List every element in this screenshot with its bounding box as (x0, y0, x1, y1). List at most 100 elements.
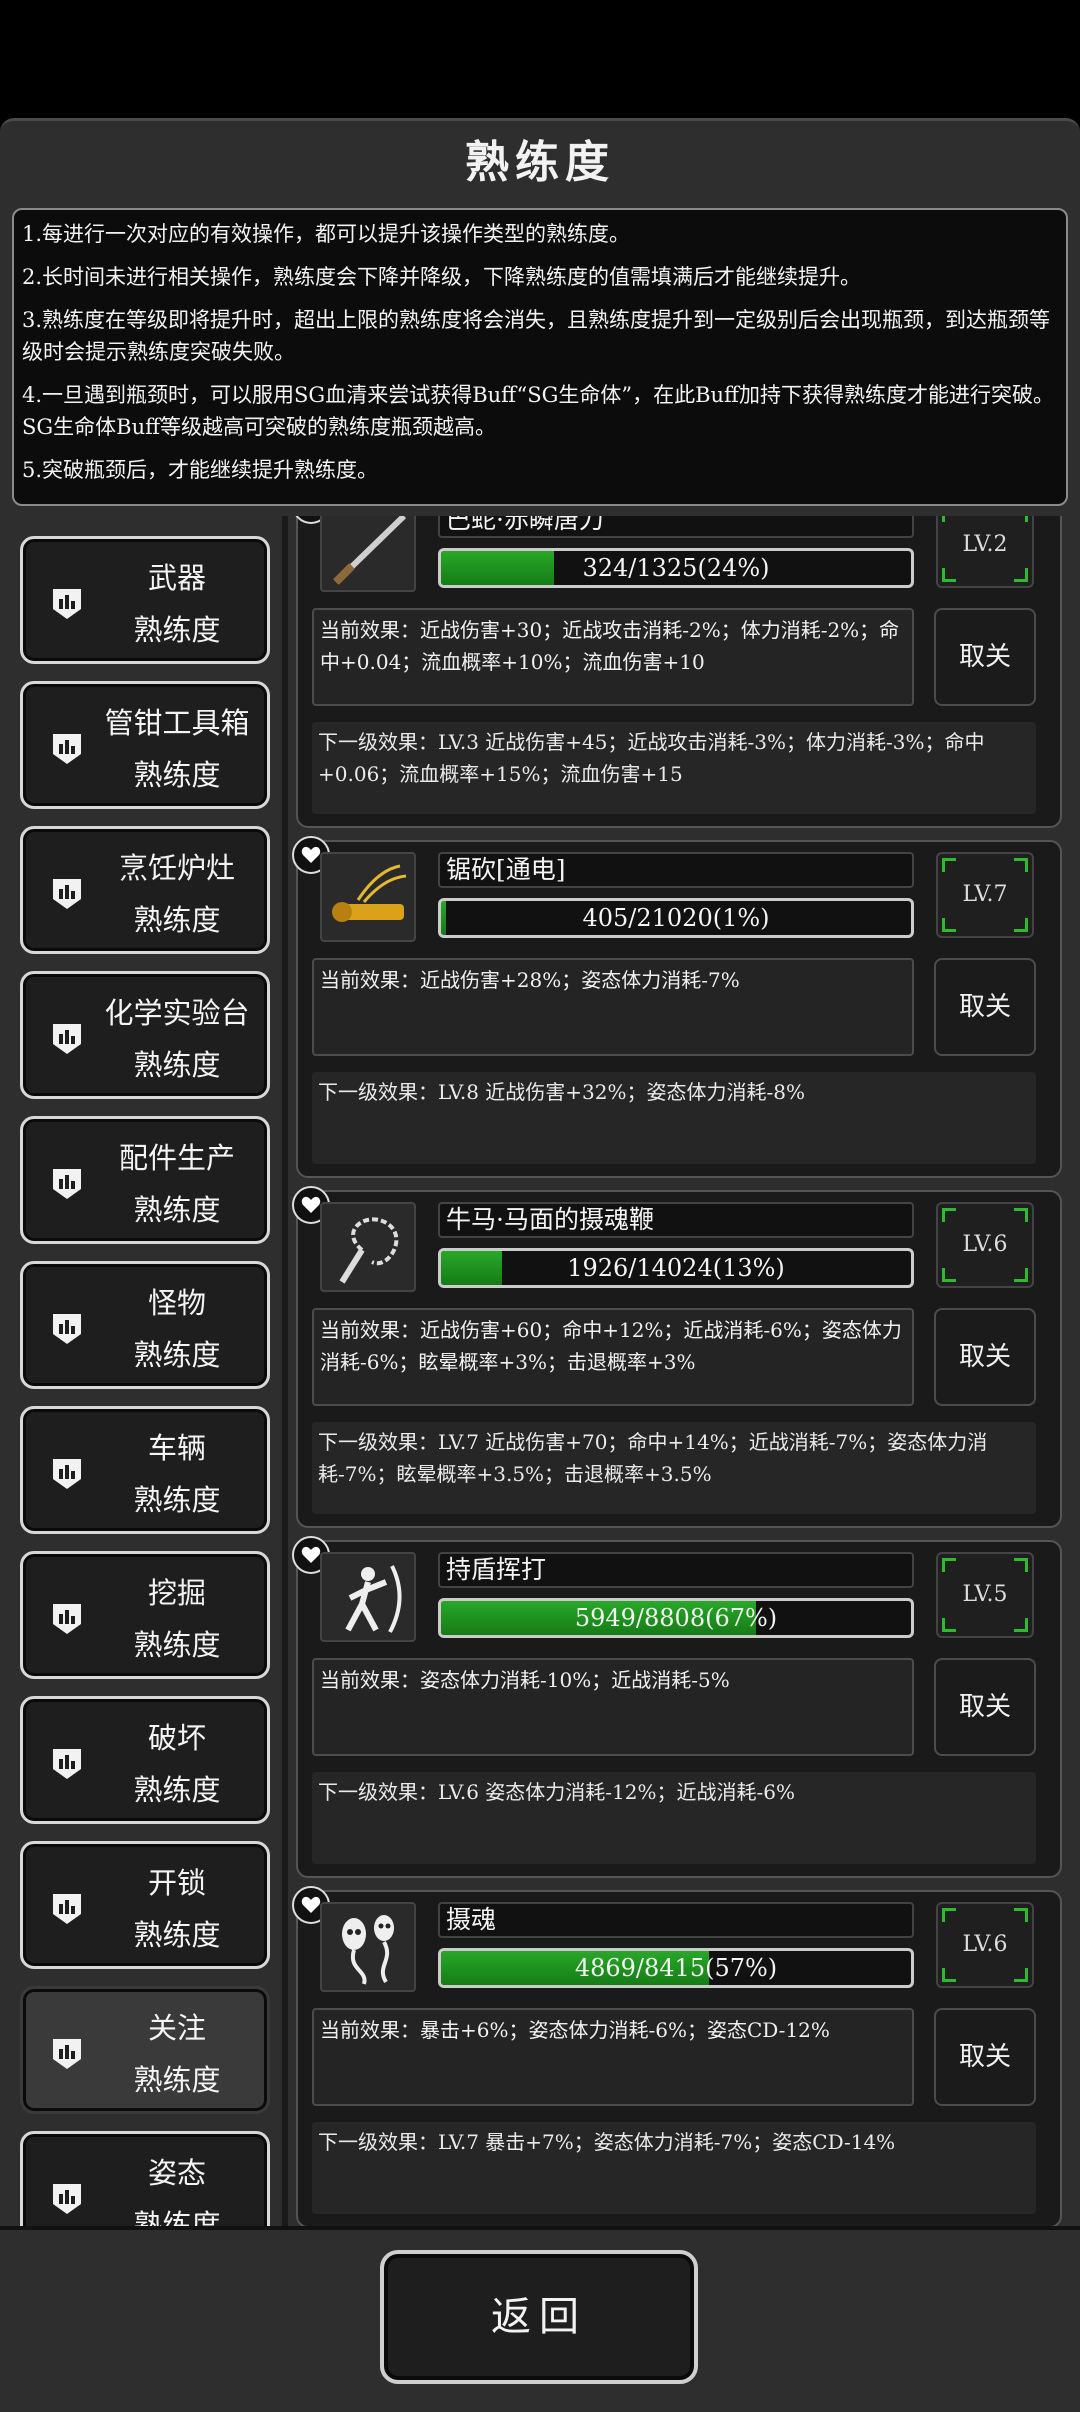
unfollow-button[interactable]: 取关 (934, 958, 1036, 1056)
category-label: 管钳工具箱 (104, 706, 250, 740)
category-label: 破坏 (147, 1721, 206, 1755)
skill-card: 持盾挥打 5949/8808(67%) LV.5 当前效果：姿态体力消耗-10%；近战… (292, 1536, 1062, 1878)
footer-divider (0, 2226, 1080, 2230)
category-badge-icon (49, 873, 85, 913)
category-sublabel: 熟练度 (133, 903, 221, 937)
progress-text: 1926/14024(13%) (567, 1254, 785, 1282)
category-sublabel: 熟练度 (133, 1773, 221, 1807)
category-sublabel: 熟练度 (133, 1918, 221, 1952)
category-button[interactable]: 开锁 熟练度 (20, 1841, 270, 1969)
category-sublabel: 熟练度 (133, 1193, 221, 1227)
level-text: LV.7 (962, 882, 1008, 907)
progress-text: 405/21020(1%) (582, 904, 770, 932)
skill-card: 锯砍[通电] 405/21020(1%) LV.7 当前效果：近战伤害+28%；姿态体… (292, 836, 1062, 1178)
category-button[interactable]: 挖掘 熟练度 (20, 1551, 270, 1679)
category-badge-icon (49, 1598, 85, 1638)
category-sublabel: 熟练度 (133, 1483, 221, 1517)
category-badge-icon (49, 1163, 85, 1203)
category-badge-icon (49, 1308, 85, 1348)
category-button[interactable]: 破坏 熟练度 (20, 1696, 270, 1824)
level-badge: LV.6 (936, 1902, 1034, 1988)
rules-notes: 1.每进行一次对应的有效操作，都可以提升该操作类型的熟练度。 2.长时间未进行相… (12, 208, 1068, 506)
category-sublabel: 熟练度 (133, 1338, 221, 1372)
current-effect: 当前效果：姿态体力消耗-10%；近战消耗-5% (312, 1658, 914, 1756)
skill-card: 摄魂 4869/8415(57%) LV.6 当前效果：暴击+6%；姿态体力消耗-6%… (292, 1886, 1062, 2226)
category-sublabel: 熟练度 (133, 2208, 221, 2226)
category-list[interactable]: 武器 熟练度 管钳工具箱 熟练度 烹饪炉灶 熟练度 化学实验台 熟练度 配件生产 熟练度 怪物 熟练度… (8, 516, 282, 2226)
back-button[interactable]: 返回 (380, 2250, 698, 2384)
category-button[interactable]: 武器 熟练度 (20, 536, 270, 664)
progress-text: 5949/8808(67%) (574, 1604, 778, 1632)
category-badge-icon (49, 1018, 85, 1058)
skill-thumbnail (320, 852, 416, 942)
skill-progress-bar: 405/21020(1%) (438, 898, 914, 938)
unfollow-button[interactable]: 取关 (934, 1308, 1036, 1406)
skill-thumbnail (320, 516, 416, 592)
skill-name: 摄魂 (438, 1902, 914, 1938)
unfollow-button[interactable]: 取关 (934, 608, 1036, 706)
level-badge: LV.2 (936, 516, 1034, 588)
category-button[interactable]: 姿态 熟练度 (20, 2131, 270, 2226)
next-effect: 下一级效果：LV.6 姿态体力消耗-12%；近战消耗-6% (312, 1772, 1036, 1864)
note-3: 3.熟练度在等级即将提升时，超出上限的熟练度将会消失，且熟练度提升到一定级别后会… (22, 308, 1051, 364)
skill-progress-bar: 4869/8415(57%) (438, 1948, 914, 1988)
category-label: 配件生产 (118, 1141, 235, 1175)
note-5: 5.突破瓶颈后，才能继续提升熟练度。 (22, 458, 379, 482)
category-button[interactable]: 车辆 熟练度 (20, 1406, 270, 1534)
category-badge-icon (49, 583, 85, 623)
next-effect: 下一级效果：LV.7 近战伤害+70；命中+14%；近战消耗-7%；姿态体力消耗… (312, 1422, 1036, 1514)
level-text: LV.6 (962, 1932, 1008, 1957)
current-effect: 当前效果：暴击+6%；姿态体力消耗-6%；姿态CD-12% (312, 2008, 914, 2106)
level-badge: LV.6 (936, 1202, 1034, 1288)
category-sublabel: 熟练度 (133, 1628, 221, 1662)
level-text: LV.5 (962, 1582, 1008, 1607)
level-text: LV.6 (962, 1232, 1008, 1257)
next-effect: 下一级效果：LV.8 近战伤害+32%；姿态体力消耗-8% (312, 1072, 1036, 1164)
category-button[interactable]: 怪物 熟练度 (20, 1261, 270, 1389)
category-sublabel: 熟练度 (133, 758, 221, 792)
category-badge-icon (49, 728, 85, 768)
progress-text: 4869/8415(57%) (574, 1954, 778, 1982)
category-badge-icon (49, 1453, 85, 1493)
current-effect: 当前效果：近战伤害+28%；姿态体力消耗-7% (312, 958, 914, 1056)
category-badge-icon (49, 1888, 85, 1928)
category-button[interactable]: 关注 熟练度 (20, 1986, 270, 2114)
category-label: 怪物 (147, 1286, 206, 1320)
category-label: 武器 (147, 561, 206, 595)
skill-name: 持盾挥打 (438, 1552, 914, 1588)
page-title: 熟练度 (465, 137, 615, 188)
category-button[interactable]: 烹饪炉灶 熟练度 (20, 826, 270, 954)
category-label: 关注 (147, 2011, 206, 2045)
current-effect: 当前效果：近战伤害+60；命中+12%；近战消耗-6%；姿态体力消耗-6%；眩晕… (312, 1308, 914, 1406)
category-label: 化学实验台 (104, 996, 250, 1030)
category-label: 挖掘 (147, 1576, 206, 1610)
category-sublabel: 熟练度 (133, 613, 221, 647)
category-button[interactable]: 化学实验台 熟练度 (20, 971, 270, 1099)
category-sublabel: 熟练度 (133, 2063, 221, 2097)
category-sublabel: 熟练度 (133, 1048, 221, 1082)
category-badge-icon (49, 2178, 85, 2218)
skill-progress-bar: 1926/14024(13%) (438, 1248, 914, 1288)
proficiency-screen: 熟练度 1.每进行一次对应的有效操作，都可以提升该操作类型的熟练度。 2.长时间… (0, 0, 1080, 2412)
skill-progress-bar: 5949/8808(67%) (438, 1598, 914, 1638)
skill-card: 巴蛇·赤瞬唐刀 324/1325(24%) LV.2 当前效果：近战伤害+30；近战攻… (292, 516, 1062, 828)
unfollow-button[interactable]: 取关 (934, 1658, 1036, 1756)
note-2: 2.长时间未进行相关操作，熟练度会下降并降级，下降熟练度的值需填满后才能继续提升… (22, 265, 862, 289)
skill-thumbnail (320, 1902, 416, 1992)
skill-name: 巴蛇·赤瞬唐刀 (438, 516, 914, 538)
category-badge-icon (49, 1743, 85, 1783)
current-effect: 当前效果：近战伤害+30；近战攻击消耗-2%；体力消耗-2%；命中+0.04；流… (312, 608, 914, 706)
skill-thumbnail (320, 1552, 416, 1642)
next-effect: 下一级效果：LV.3 近战伤害+45；近战攻击消耗-3%；体力消耗-3%；命中+… (312, 722, 1036, 814)
progress-text: 324/1325(24%) (582, 554, 770, 582)
category-label: 姿态 (147, 2156, 206, 2190)
category-button[interactable]: 配件生产 熟练度 (20, 1116, 270, 1244)
next-effect: 下一级效果：LV.7 暴击+7%；姿态体力消耗-7%；姿态CD-14% (312, 2122, 1036, 2214)
skill-list[interactable]: 巴蛇·赤瞬唐刀 324/1325(24%) LV.2 当前效果：近战伤害+30；近战攻… (290, 516, 1066, 2226)
skill-name: 牛马·马面的摄魂鞭 (438, 1202, 914, 1238)
column-divider (282, 516, 288, 2226)
unfollow-button[interactable]: 取关 (934, 2008, 1036, 2106)
note-1: 1.每进行一次对应的有效操作，都可以提升该操作类型的熟练度。 (22, 222, 631, 246)
category-button[interactable]: 管钳工具箱 熟练度 (20, 681, 270, 809)
skill-progress-bar: 324/1325(24%) (438, 548, 914, 588)
